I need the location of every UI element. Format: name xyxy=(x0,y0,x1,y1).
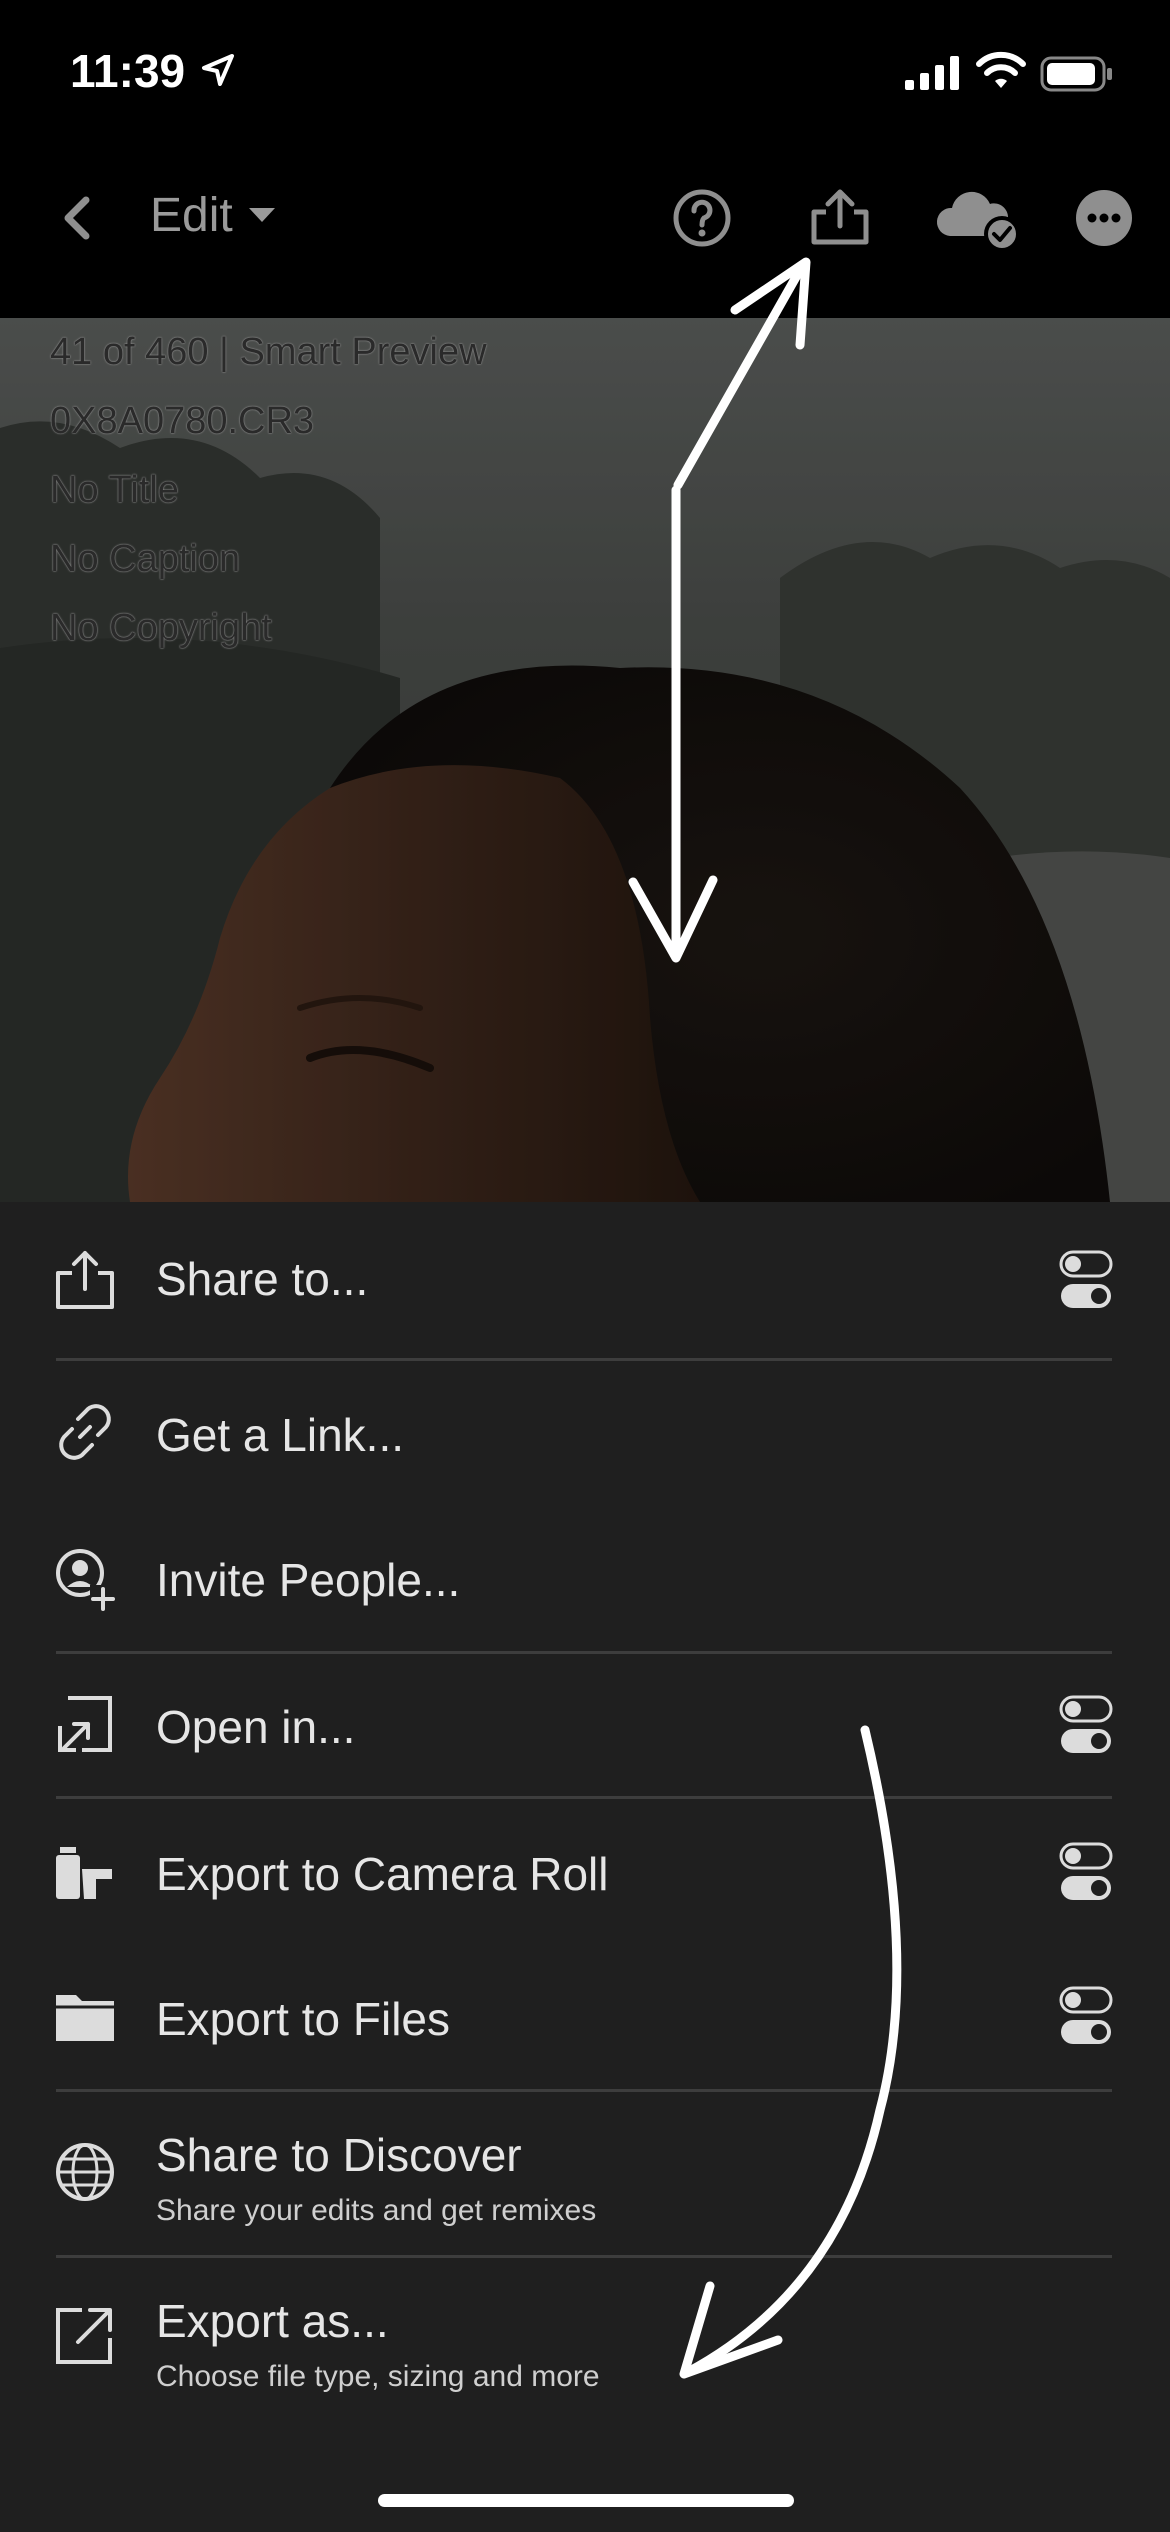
help-icon[interactable] xyxy=(662,178,742,258)
location-arrow-icon xyxy=(202,54,234,86)
menu-item-export-files[interactable]: Export to Files xyxy=(0,1945,1170,2089)
edit-mode-label: Edit xyxy=(150,188,233,242)
menu-item-title: Get a Link... xyxy=(156,1409,405,1461)
menu-item-title: Export as... xyxy=(156,2295,389,2347)
photo-info-title: No Title xyxy=(50,469,179,511)
photo-info-copyright: No Copyright xyxy=(50,607,272,649)
menu-item-title: Export to Files xyxy=(156,1993,450,2045)
globe-icon xyxy=(56,2143,114,2201)
invite-person-icon xyxy=(56,1549,116,1611)
menu-item-get-link[interactable]: Get a Link... xyxy=(0,1361,1170,1505)
folder-icon xyxy=(56,1995,114,2041)
photo-info-filename: 0X8A0780.CR3 xyxy=(50,400,315,442)
photo-info-caption: No Caption xyxy=(50,538,241,580)
menu-item-export-as[interactable]: Export as... Choose file type, sizing an… xyxy=(0,2258,1170,2418)
export-as-icon xyxy=(56,2308,112,2364)
menu-item-subtitle: Choose file type, sizing and more xyxy=(156,2360,600,2393)
menu-item-title: Export to Camera Roll xyxy=(156,1848,609,1900)
menu-item-title: Open in... xyxy=(156,1701,356,1753)
link-icon xyxy=(59,1404,111,1460)
edit-mode-dropdown[interactable]: Edit xyxy=(150,180,277,250)
menu-item-invite-people[interactable]: Invite People... xyxy=(0,1505,1170,1651)
menu-item-subtitle: Share your edits and get remixes xyxy=(156,2194,597,2227)
cellular-signal-icon xyxy=(905,56,959,90)
status-bar: 11:39 xyxy=(0,0,1170,150)
toggle-settings-icon[interactable] xyxy=(1058,1985,1114,2047)
share-icon xyxy=(56,1251,114,1309)
caret-down-icon xyxy=(248,208,275,222)
menu-item-open-in[interactable]: Open in... xyxy=(0,1654,1170,1796)
share-sheet: Share to... Get a Link... Invite People.… xyxy=(0,1202,1170,2532)
share-icon[interactable] xyxy=(800,178,880,258)
toggle-settings-icon[interactable] xyxy=(1058,1841,1114,1903)
camera-roll-icon xyxy=(56,1847,112,1899)
menu-item-share-discover[interactable]: Share to Discover Share your edits and g… xyxy=(0,2092,1170,2255)
back-chevron-icon[interactable] xyxy=(40,178,120,258)
cloud-synced-icon[interactable] xyxy=(930,178,1030,258)
open-in-icon xyxy=(58,1696,112,1752)
home-indicator[interactable] xyxy=(378,2494,794,2507)
toggle-settings-icon[interactable] xyxy=(1058,1249,1114,1311)
menu-item-title: Share to... xyxy=(156,1253,369,1305)
top-toolbar: Edit xyxy=(0,150,1170,318)
toggle-settings-icon[interactable] xyxy=(1058,1694,1114,1756)
status-time: 11:39 xyxy=(70,45,186,97)
more-options-icon[interactable] xyxy=(1064,178,1144,258)
wifi-icon xyxy=(976,51,1026,88)
menu-item-export-camera-roll[interactable]: Export to Camera Roll xyxy=(0,1799,1170,1945)
battery-icon xyxy=(1040,56,1112,92)
menu-item-share-to[interactable]: Share to... xyxy=(0,1202,1170,1358)
menu-item-title: Invite People... xyxy=(156,1554,461,1606)
menu-item-title: Share to Discover xyxy=(156,2129,522,2181)
photo-info-counter: 41 of 460 | Smart Preview xyxy=(50,331,487,373)
photo-info-overlay: 41 of 460 | Smart Preview 0X8A0780.CR3 N… xyxy=(50,318,487,663)
